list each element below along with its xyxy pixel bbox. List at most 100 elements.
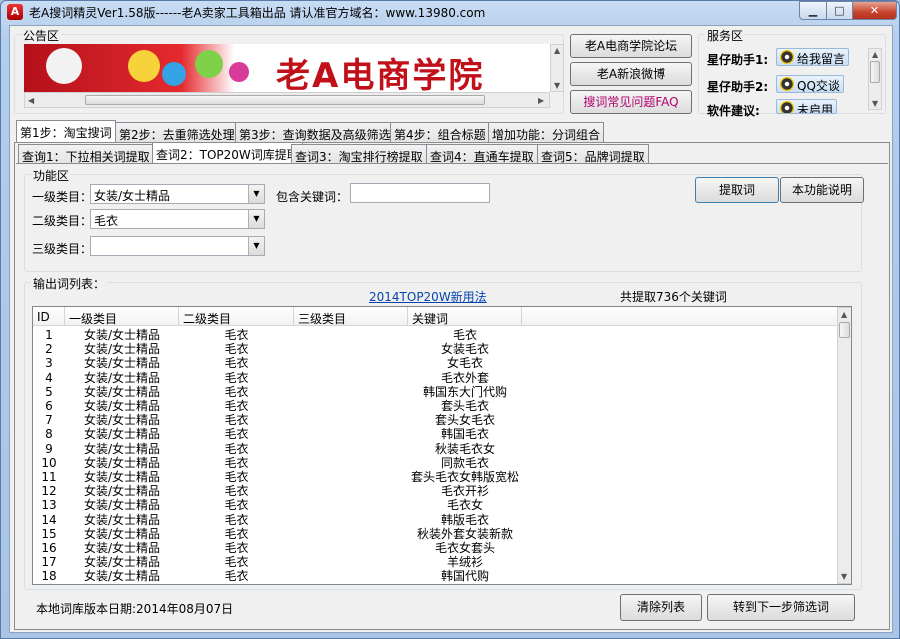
table-row[interactable]: 18 女装/女士精品 毛衣 韩国代购 [33, 569, 839, 583]
subtab-query2[interactable]: 查词2：TOP20W词库提取 [152, 142, 303, 164]
subtab-query1[interactable]: 查询1：下拉相关词提取 [18, 144, 154, 164]
category3-select[interactable]: ▼ [90, 236, 265, 256]
table-row[interactable]: 6 女装/女士精品 毛衣 套头毛衣 [33, 399, 839, 413]
forum-button[interactable]: 老A电商学院论坛 [570, 34, 692, 58]
scroll-down-icon[interactable]: ▼ [554, 81, 560, 90]
vscroll-thumb[interactable] [839, 322, 850, 338]
category2-label: 二级类目： [32, 214, 93, 228]
notice-vscroll[interactable]: ▲ ▼ [550, 44, 564, 92]
title-bar: A 老A搜词精灵Ver1.58版------老A卖家工具箱出品 请认准官方域名：… [1, 1, 899, 23]
row-keyword: 毛衣女 [446, 498, 483, 513]
tab-step3[interactable]: 第3步：查询数据及高级筛选 [235, 122, 395, 142]
hscroll-thumb[interactable] [85, 95, 485, 105]
row-category1: 女装/女士精品 [83, 512, 161, 527]
table-row[interactable]: 13 女装/女士精品 毛衣 毛衣女 [33, 498, 839, 512]
category1-select[interactable]: 女装/女士精品 ▼ [90, 184, 265, 204]
table-row[interactable]: 9 女装/女士精品 毛衣 秋装毛衣女 [33, 442, 839, 456]
suggest-label: 软件建议: [707, 104, 760, 118]
chevron-down-icon[interactable]: ▼ [248, 185, 264, 203]
usage-link[interactable]: 2014TOP20W新用法 [369, 288, 487, 305]
tab-step2[interactable]: 第2步：去重筛选处理 [115, 122, 239, 142]
subtab-query4[interactable]: 查词4：直通车提取 [426, 144, 538, 164]
col-category2[interactable]: 二级类目 [179, 307, 294, 326]
table-row[interactable]: 7 女装/女士精品 毛衣 套头女毛衣 [33, 413, 839, 427]
app-window: A 老A搜词精灵Ver1.58版------老A卖家工具箱出品 请认准官方域名：… [0, 0, 900, 639]
weibo-button[interactable]: 老A新浪微博 [570, 62, 692, 86]
minimize-button[interactable]: ▁ [799, 1, 827, 20]
scroll-right-icon[interactable]: ▶ [538, 96, 544, 105]
chevron-down-icon[interactable]: ▼ [248, 210, 264, 228]
suggest-button[interactable]: 未启用 [776, 99, 838, 114]
close-button[interactable]: ✕ [852, 1, 897, 20]
table-row[interactable]: 12 女装/女士精品 毛衣 毛衣开衫 [33, 484, 839, 498]
row-id: 12 [41, 484, 57, 499]
table-row[interactable]: 11 女装/女士精品 毛衣 套头毛衣女韩版宽松 [33, 470, 839, 484]
row-keyword: 韩国代购 [440, 569, 489, 584]
tab-step1[interactable]: 第1步：淘宝搜词 [16, 120, 116, 142]
row-category2: 毛衣 [224, 370, 249, 385]
keyword-input[interactable] [350, 183, 490, 203]
table-row[interactable]: 10 女装/女士精品 毛衣 同款毛衣 [33, 456, 839, 470]
row-category2: 毛衣 [224, 470, 249, 484]
table-row[interactable]: 14 女装/女士精品 毛衣 韩版毛衣 [33, 513, 839, 527]
table-row[interactable]: 2 女装/女士精品 毛衣 女装毛衣 [33, 342, 839, 356]
table-row[interactable]: 17 女装/女士精品 毛衣 羊绒衫 [33, 555, 839, 569]
table-row[interactable]: 1 女装/女士精品 毛衣 毛衣 [33, 328, 839, 342]
tab-extra[interactable]: 增加功能：分词组合 [488, 122, 605, 142]
category2-select[interactable]: 毛衣 ▼ [90, 209, 265, 229]
row-id: 10 [41, 455, 57, 470]
subtab-query3[interactable]: 查词3：淘宝排行榜提取 [291, 144, 427, 164]
scroll-down-icon[interactable]: ▼ [841, 572, 847, 581]
notice-banner[interactable]: 老A电商学院 [24, 44, 550, 92]
row-id: 13 [41, 498, 57, 513]
notice-label: 公告区 [21, 27, 62, 44]
table-row[interactable]: 4 女装/女士精品 毛衣 毛衣外套 [33, 371, 839, 385]
faq-button[interactable]: 搜词常见问题FAQ [570, 90, 692, 114]
table-vscroll[interactable]: ▲ ▼ [837, 307, 851, 584]
col-category1[interactable]: 一级类目 [65, 307, 179, 326]
col-id[interactable]: ID [33, 307, 65, 326]
row-id: 15 [41, 526, 57, 541]
qq-chat-button[interactable]: QQ交谈 [776, 75, 844, 93]
col-keyword[interactable]: 关键词 [408, 307, 522, 326]
table-row[interactable]: 5 女装/女士精品 毛衣 韩国东大门代购 [33, 385, 839, 399]
keyword-table[interactable]: ID 一级类目 二级类目 三级类目 关键词 1 女装/女士精品 毛衣 毛衣 2 女装/女士… [32, 306, 852, 585]
row-keyword: 女毛衣 [446, 356, 483, 371]
scroll-up-icon[interactable]: ▲ [872, 50, 878, 59]
tab-step4[interactable]: 第4步：组合标题 [390, 122, 490, 142]
row-category1: 女装/女士精品 [83, 526, 161, 541]
row-keyword: 毛衣 [452, 328, 477, 342]
category2-value: 毛衣 [94, 214, 119, 228]
table-row[interactable]: 15 女装/女士精品 毛衣 秋装外套女装新款 [33, 527, 839, 541]
table-row[interactable]: 8 女装/女士精品 毛衣 韩国毛衣 [33, 427, 839, 441]
leave-message-button[interactable]: 给我留言 [776, 48, 850, 66]
vscroll-thumb[interactable] [870, 61, 880, 83]
notice-hscroll[interactable]: ◀ ▶ [24, 92, 550, 108]
row-keyword: 韩国东大门代购 [422, 384, 507, 399]
next-step-button[interactable]: 转到下一步筛选词 [707, 594, 855, 621]
scroll-up-icon[interactable]: ▲ [841, 310, 847, 319]
row-category1: 女装/女士精品 [83, 413, 161, 428]
table-row[interactable]: 3 女装/女士精品 毛衣 女毛衣 [33, 356, 839, 370]
extract-button[interactable]: 提取词 [695, 177, 779, 203]
table-row[interactable]: 16 女装/女士精品 毛衣 毛衣女套头 [33, 541, 839, 555]
row-id: 14 [41, 512, 57, 527]
category1-label: 一级类目： [32, 190, 93, 204]
row-category1: 女装/女士精品 [83, 498, 161, 513]
maximize-button[interactable]: □ [826, 1, 853, 20]
category3-label: 三级类目： [32, 242, 93, 256]
chevron-down-icon[interactable]: ▼ [248, 237, 264, 255]
row-id: 2 [45, 342, 53, 357]
subtab-query5[interactable]: 查词5：品牌词提取 [537, 144, 649, 164]
service-vscroll[interactable]: ▲ ▼ [868, 48, 882, 110]
row-keyword: 毛衣开衫 [440, 484, 489, 499]
scroll-left-icon[interactable]: ◀ [28, 96, 34, 105]
scroll-down-icon[interactable]: ▼ [872, 99, 878, 108]
col-category3[interactable]: 三级类目 [294, 307, 408, 326]
row-id: 16 [41, 541, 57, 555]
help-button[interactable]: 本功能说明 [780, 177, 864, 203]
row-id: 4 [45, 370, 53, 385]
scroll-up-icon[interactable]: ▲ [554, 46, 560, 55]
clear-list-button[interactable]: 清除列表 [620, 594, 702, 621]
row-category1: 女装/女士精品 [83, 370, 161, 385]
